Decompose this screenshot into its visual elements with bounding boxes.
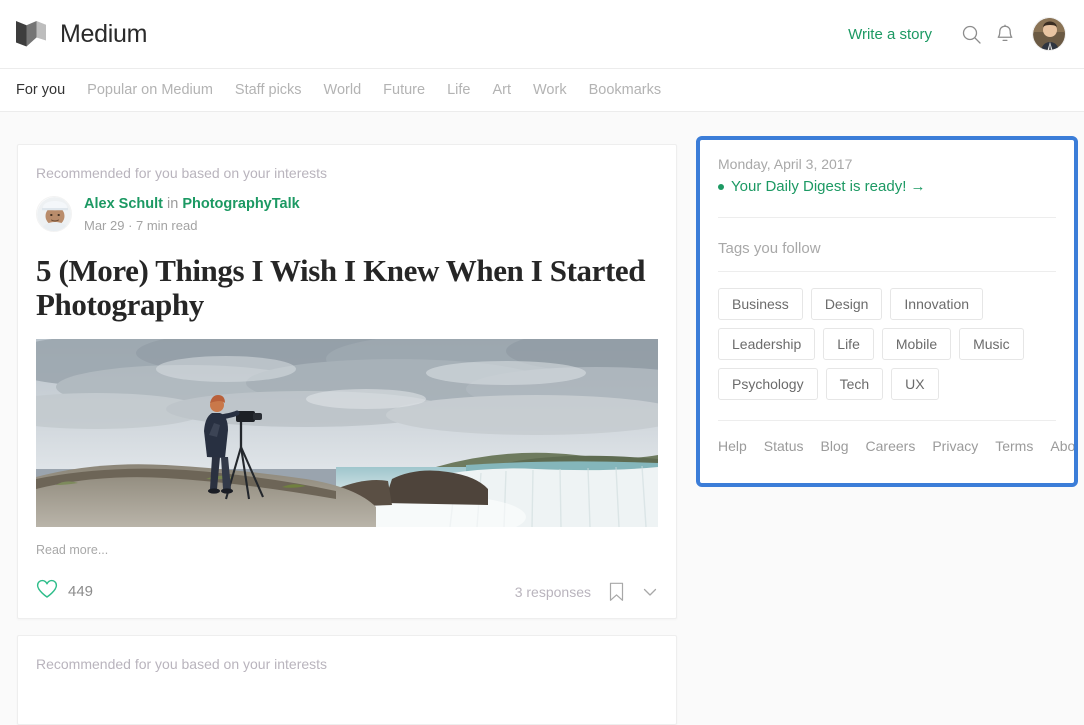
user-avatar[interactable] [1032, 17, 1066, 51]
search-icon[interactable] [954, 17, 988, 51]
primary-nav: For you Popular on Medium Staff picks Wo… [0, 69, 1084, 112]
daily-digest-link[interactable]: Your Daily Digest is ready! → [718, 178, 1056, 195]
tag-chip[interactable]: Design [811, 288, 883, 320]
chevron-down-icon[interactable] [642, 584, 658, 600]
top-header: Medium Write a story [0, 0, 1084, 69]
sidebar-panel: Monday, April 3, 2017 Your Daily Digest … [696, 136, 1078, 487]
article-headline[interactable]: 5 (More) Things I Wish I Knew When I Sta… [36, 254, 658, 321]
card-footer: 449 3 responses [36, 579, 658, 604]
nav-item-bookmarks[interactable]: Bookmarks [589, 82, 662, 98]
author-avatar[interactable] [36, 196, 72, 232]
footer-link-blog[interactable]: Blog [821, 438, 849, 454]
divider [718, 217, 1056, 218]
article-hero-image[interactable] [36, 339, 658, 527]
article-feed: Recommended for you based on your intere… [0, 112, 696, 656]
nav-item-world[interactable]: World [324, 82, 362, 98]
brand-name: Medium [60, 20, 147, 49]
daily-digest-label: Your Daily Digest is ready! → [731, 178, 926, 195]
recommendation-label: Recommended for you based on your intere… [36, 656, 658, 672]
byline-primary: Alex Schult in PhotographyTalk [84, 196, 300, 212]
tag-chip[interactable]: Music [959, 328, 1024, 360]
byline-text: Alex Schult in PhotographyTalk Mar 29 · … [84, 193, 300, 234]
nav-item-for-you[interactable]: For you [16, 82, 65, 98]
footer-right-actions: 3 responses [515, 582, 658, 602]
footer-link-status[interactable]: Status [764, 438, 804, 454]
brand-logo[interactable]: Medium [16, 20, 147, 49]
footer-link-careers[interactable]: Careers [866, 438, 916, 454]
tag-chip[interactable]: Business [718, 288, 803, 320]
header-actions: Write a story [848, 17, 1066, 51]
article-card: Recommended for you based on your intere… [17, 144, 677, 619]
tag-chip[interactable]: Mobile [882, 328, 951, 360]
bookmark-icon[interactable] [609, 582, 624, 602]
tag-chip[interactable]: Tech [826, 368, 884, 400]
nav-item-future[interactable]: Future [383, 82, 425, 98]
nav-item-art[interactable]: Art [492, 82, 511, 98]
medium-m-logo-icon [16, 21, 46, 47]
nav-item-staff-picks[interactable]: Staff picks [235, 82, 302, 98]
bell-icon[interactable] [988, 17, 1022, 51]
clap-button[interactable]: 449 [36, 579, 93, 604]
responses-link[interactable]: 3 responses [515, 584, 591, 600]
article-byline: Alex Schult in PhotographyTalk Mar 29 · … [36, 193, 658, 234]
heart-icon [36, 579, 58, 604]
tag-chip[interactable]: Life [823, 328, 874, 360]
tag-list: Business Design Innovation Leadership Li… [718, 288, 1056, 400]
footer-link-help[interactable]: Help [718, 438, 747, 454]
byline-connector: in [167, 196, 178, 212]
footer-link-privacy[interactable]: Privacy [932, 438, 978, 454]
author-name[interactable]: Alex Schult [84, 196, 163, 212]
article-card: Recommended for you based on your intere… [17, 635, 677, 725]
divider [718, 420, 1056, 421]
sidebar-content: Monday, April 3, 2017 Your Daily Digest … [700, 140, 1074, 483]
recommendation-label: Recommended for you based on your intere… [36, 165, 658, 181]
tag-chip[interactable]: Leadership [718, 328, 815, 360]
clap-count: 449 [68, 583, 93, 600]
sidebar-footer-links: Help Status Blog Careers Privacy Terms A… [718, 438, 1056, 454]
tag-chip[interactable]: UX [891, 368, 938, 400]
tags-you-follow-heading: Tags you follow [718, 240, 1056, 257]
write-a-story-link[interactable]: Write a story [848, 26, 932, 43]
nav-item-popular-on-medium[interactable]: Popular on Medium [87, 82, 213, 98]
nav-item-life[interactable]: Life [447, 82, 470, 98]
digest-date: Monday, April 3, 2017 [718, 156, 1056, 172]
tag-chip[interactable]: Innovation [890, 288, 983, 320]
tag-chip[interactable]: Psychology [718, 368, 818, 400]
article-meta: Mar 29 · 7 min read [84, 217, 300, 235]
divider [718, 271, 1056, 272]
unread-dot-icon [718, 184, 724, 190]
read-more-link[interactable]: Read more... [36, 543, 658, 557]
nav-item-work[interactable]: Work [533, 82, 567, 98]
publication-name[interactable]: PhotographyTalk [182, 196, 299, 212]
footer-link-terms[interactable]: Terms [995, 438, 1033, 454]
footer-link-about[interactable]: About [1050, 438, 1078, 454]
